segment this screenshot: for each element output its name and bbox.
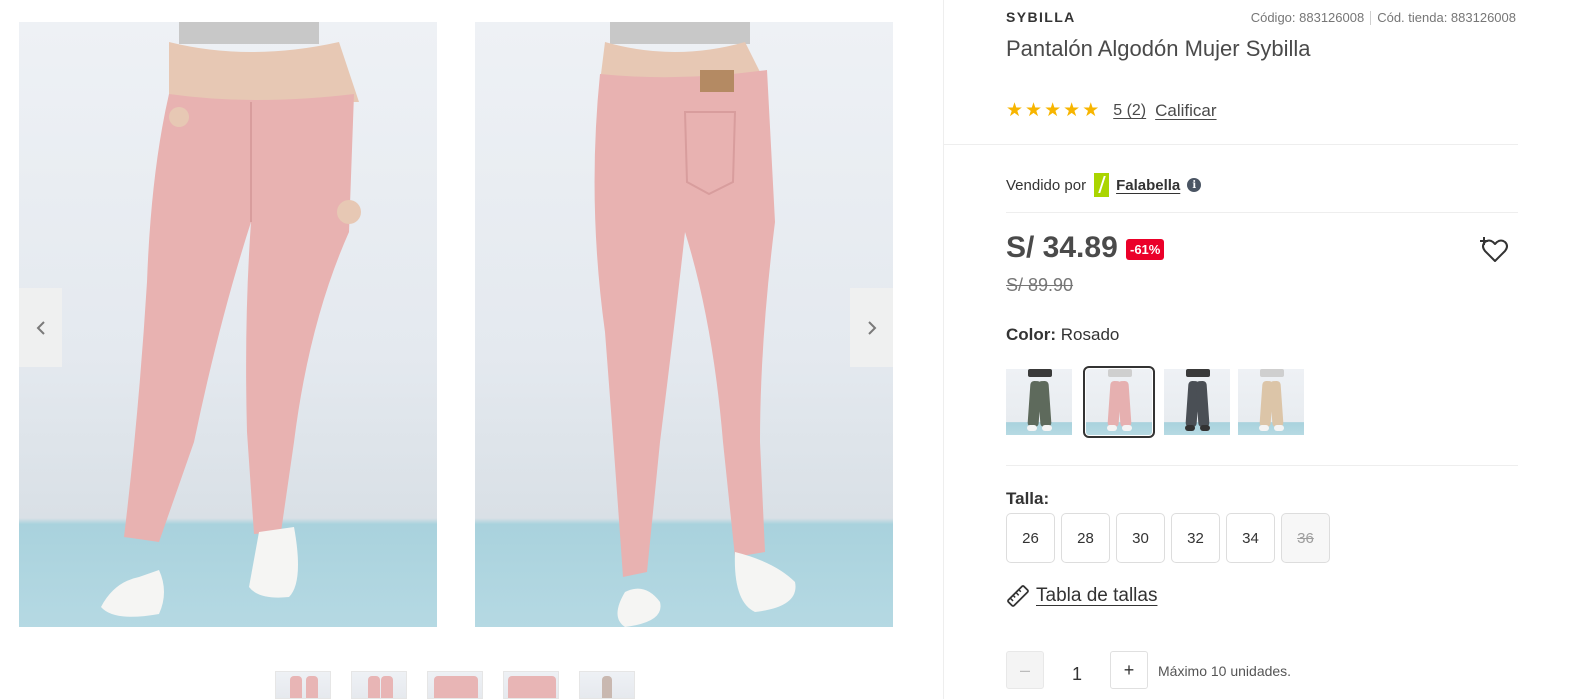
- chevron-right-icon: [867, 320, 876, 335]
- gallery-thumbnail[interactable]: [503, 671, 559, 699]
- seller-info: Vendido por Falabella i: [1006, 173, 1202, 197]
- size-option-36[interactable]: 36: [1281, 513, 1330, 563]
- code-separator: [1370, 10, 1372, 25]
- product-title: Pantalón Algodón Mujer Sybilla: [1006, 36, 1311, 61]
- gallery-thumbnail[interactable]: [275, 671, 331, 699]
- falabella-logo-icon: [1094, 173, 1110, 197]
- product-codes: Código: 883126008 Cód. tienda: 883126008: [1251, 10, 1516, 25]
- original-price: S/ 89.90: [1006, 275, 1074, 295]
- rating-count-link[interactable]: 5 (2): [1113, 102, 1146, 120]
- heart-plus-icon: [1480, 237, 1508, 262]
- quantity-decrease-button[interactable]: –: [1006, 651, 1044, 689]
- color-selector-label: Color: Rosado: [1006, 325, 1119, 345]
- size-option-28[interactable]: 28: [1061, 513, 1110, 563]
- product-brand[interactable]: SYBILLA: [1006, 9, 1076, 25]
- quantity-value[interactable]: 1: [1044, 664, 1110, 685]
- size-option-26[interactable]: 26: [1006, 513, 1055, 563]
- gallery-prev-button[interactable]: [19, 288, 62, 367]
- star-icon: ★: [1025, 100, 1043, 121]
- gallery-next-button[interactable]: [850, 288, 893, 367]
- add-to-wishlist-button[interactable]: [1480, 236, 1510, 264]
- color-value: Rosado: [1060, 325, 1120, 344]
- column-divider: [943, 0, 944, 699]
- color-swatch-rosado[interactable]: [1083, 366, 1155, 438]
- size-chart-label: Tabla de tallas: [1036, 585, 1158, 606]
- quantity-stepper: – 1 + Máximo 10 unidades.: [1006, 651, 1291, 689]
- gallery-thumbnail[interactable]: [579, 671, 635, 699]
- size-option-30[interactable]: 30: [1116, 513, 1165, 563]
- discount-badge: -61%: [1126, 239, 1165, 260]
- star-icon: ★: [1063, 100, 1081, 121]
- gallery-thumbnail[interactable]: [351, 671, 407, 699]
- star-icon: ★: [1044, 100, 1062, 121]
- ruler-icon: [1007, 585, 1029, 607]
- chevron-left-icon: [36, 320, 45, 335]
- color-label: Color:: [1006, 325, 1057, 344]
- size-option-34[interactable]: 34: [1226, 513, 1275, 563]
- product-rating: ★ ★ ★ ★ ★ 5 (2) Calificar: [1006, 101, 1217, 121]
- color-swatch-beige[interactable]: [1238, 369, 1304, 435]
- color-swatch-olive[interactable]: [1006, 369, 1072, 435]
- color-swatch-charcoal[interactable]: [1164, 369, 1230, 435]
- size-label: Talla:: [1006, 489, 1050, 508]
- product-code: Código: 883126008: [1250, 10, 1365, 25]
- divider: [1006, 212, 1518, 213]
- product-image-front: [19, 22, 437, 627]
- jeans-front-illustration: [101, 22, 361, 617]
- rating-stars: ★ ★ ★ ★ ★: [1006, 101, 1099, 121]
- quantity-max-note: Máximo 10 unidades.: [1158, 663, 1292, 679]
- color-swatches: [1006, 366, 1312, 438]
- size-options: 26 28 30 32 34 36: [1006, 513, 1330, 563]
- quantity-increase-button[interactable]: +: [1110, 651, 1148, 689]
- store-code: Cód. tienda: 883126008: [1377, 10, 1516, 25]
- divider: [1006, 465, 1518, 466]
- product-image-back: [475, 22, 893, 627]
- divider: [943, 144, 1518, 145]
- seller-label: Vendido por: [1006, 176, 1087, 194]
- rate-product-link[interactable]: Calificar: [1155, 101, 1216, 121]
- size-chart-link[interactable]: Tabla de tallas: [1006, 584, 1157, 608]
- gallery-thumbnails: [275, 671, 635, 699]
- size-option-32[interactable]: 32: [1171, 513, 1220, 563]
- star-icon: ★: [1082, 100, 1100, 121]
- jeans-back-illustration: [594, 22, 796, 627]
- info-icon[interactable]: i: [1187, 178, 1202, 192]
- gallery-thumbnail[interactable]: [427, 671, 483, 699]
- current-price: S/ 34.89: [1006, 231, 1118, 264]
- seller-link[interactable]: Falabella: [1116, 177, 1180, 194]
- star-icon: ★: [1006, 100, 1024, 121]
